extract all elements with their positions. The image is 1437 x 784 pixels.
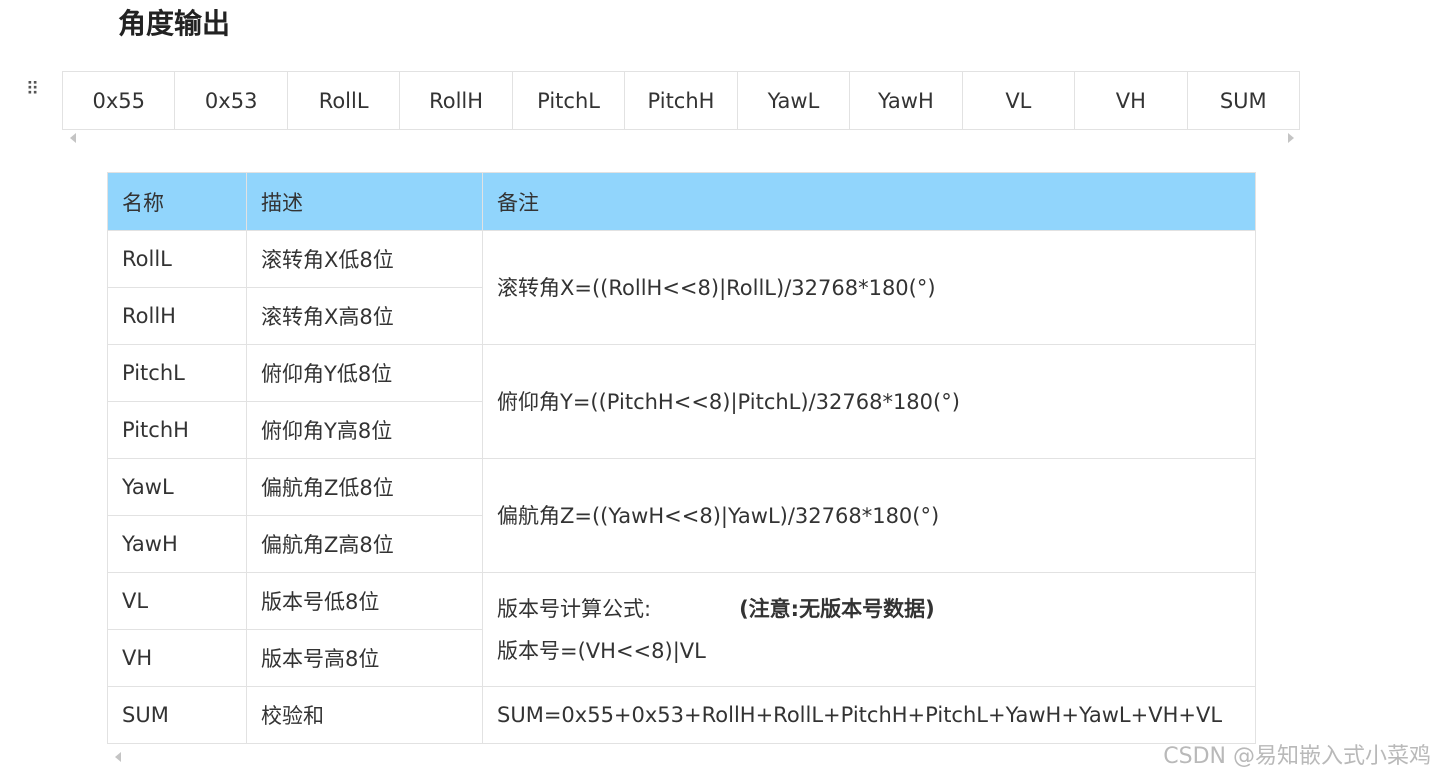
cell-desc: 偏航角Z低8位: [246, 458, 483, 516]
byte-order-row: 0x55 0x53 RollL RollH PitchL PitchH YawL…: [61, 71, 1301, 130]
byte-cell: 0x53: [174, 71, 288, 130]
scroll-left-icon[interactable]: [115, 752, 121, 762]
cell-name: PitchL: [107, 344, 247, 402]
cell-name: RollH: [107, 287, 247, 345]
byte-cell: VH: [1074, 71, 1188, 130]
byte-cell: RollH: [399, 71, 513, 130]
header-desc: 描述: [246, 172, 483, 231]
version-formula: 版本号=(VH<<8)|VL: [497, 638, 706, 663]
cell-desc: 校验和: [246, 686, 483, 744]
version-warning: (注意:无版本号数据): [739, 596, 935, 621]
note-version: 版本号计算公式: (注意:无版本号数据) 版本号=(VH<<8)|VL: [482, 572, 1256, 687]
header-note: 备注: [482, 172, 1256, 231]
cell-desc: 版本号高8位: [246, 629, 483, 687]
note-yaw: 偏航角Z=((YawH<<8)|YawL)/32768*180(°): [482, 458, 1256, 573]
note-sum: SUM=0x55+0x53+RollH+RollL+PitchH+PitchL+…: [482, 686, 1256, 744]
cell-name: VL: [107, 572, 247, 630]
table-row: RollL 滚转角X低8位 滚转角X=((RollH<<8)|RollL)/32…: [107, 230, 1256, 345]
cell-name: RollL: [107, 230, 247, 288]
table-row: PitchL 俯仰角Y低8位 俯仰角Y=((PitchH<<8)|PitchL)…: [107, 344, 1256, 459]
byte-cell: RollL: [286, 71, 401, 130]
version-formula-label: 版本号计算公式:: [497, 596, 652, 621]
table-row: YawL 偏航角Z低8位 偏航角Z=((YawH<<8)|YawL)/32768…: [107, 458, 1256, 573]
cell-name: SUM: [107, 686, 247, 744]
cell-desc: 俯仰角Y高8位: [246, 401, 483, 459]
version-formula-line: 版本号计算公式: (注意:无版本号数据): [497, 588, 1255, 630]
header-name: 名称: [107, 172, 247, 231]
byte-cell: SUM: [1186, 71, 1301, 130]
cell-desc: 俯仰角Y低8位: [246, 344, 483, 402]
table-header-row: 名称 描述 备注: [107, 172, 1256, 231]
cell-name: PitchH: [107, 401, 247, 459]
byte-cell: 0x55: [61, 71, 176, 130]
watermark: CSDN @易知嵌入式小菜鸡: [1163, 744, 1431, 769]
table-row: VL 版本号低8位 版本号计算公式: (注意:无版本号数据) 版本号=(VH<<8…: [107, 572, 1256, 687]
byte-order-table: 0x55 0x53 RollL RollH PitchL PitchH YawL…: [61, 71, 1301, 130]
field-table-scrollbar[interactable]: [115, 752, 127, 762]
cell-name: YawL: [107, 458, 247, 516]
cell-name: VH: [107, 629, 247, 687]
table-row: SUM 校验和 SUM=0x55+0x53+RollH+RollL+PitchH…: [107, 686, 1256, 744]
byte-table-scrollbar[interactable]: [70, 133, 1294, 143]
cell-name: YawH: [107, 515, 247, 573]
cell-desc: 滚转角X低8位: [246, 230, 483, 288]
cell-desc: 滚转角X高8位: [246, 287, 483, 345]
cell-desc: 偏航角Z高8位: [246, 515, 483, 573]
byte-cell: PitchL: [511, 71, 626, 130]
byte-cell: VL: [961, 71, 1076, 130]
cell-desc: 版本号低8位: [246, 572, 483, 630]
section-heading: 角度输出: [118, 7, 231, 40]
note-pitch: 俯仰角Y=((PitchH<<8)|PitchL)/32768*180(°): [482, 344, 1256, 459]
note-roll: 滚转角X=((RollH<<8)|RollL)/32768*180(°): [482, 230, 1256, 345]
byte-cell: YawH: [849, 71, 963, 130]
byte-cell: YawL: [736, 71, 851, 130]
scroll-right-icon[interactable]: [1288, 133, 1294, 143]
scroll-left-icon[interactable]: [70, 133, 76, 143]
field-table: 名称 描述 备注 RollL 滚转角X低8位 滚转角X=((RollH<<8)|…: [107, 172, 1256, 744]
drag-handle-icon[interactable]: ⠿: [26, 78, 42, 102]
byte-cell: PitchH: [624, 71, 738, 130]
